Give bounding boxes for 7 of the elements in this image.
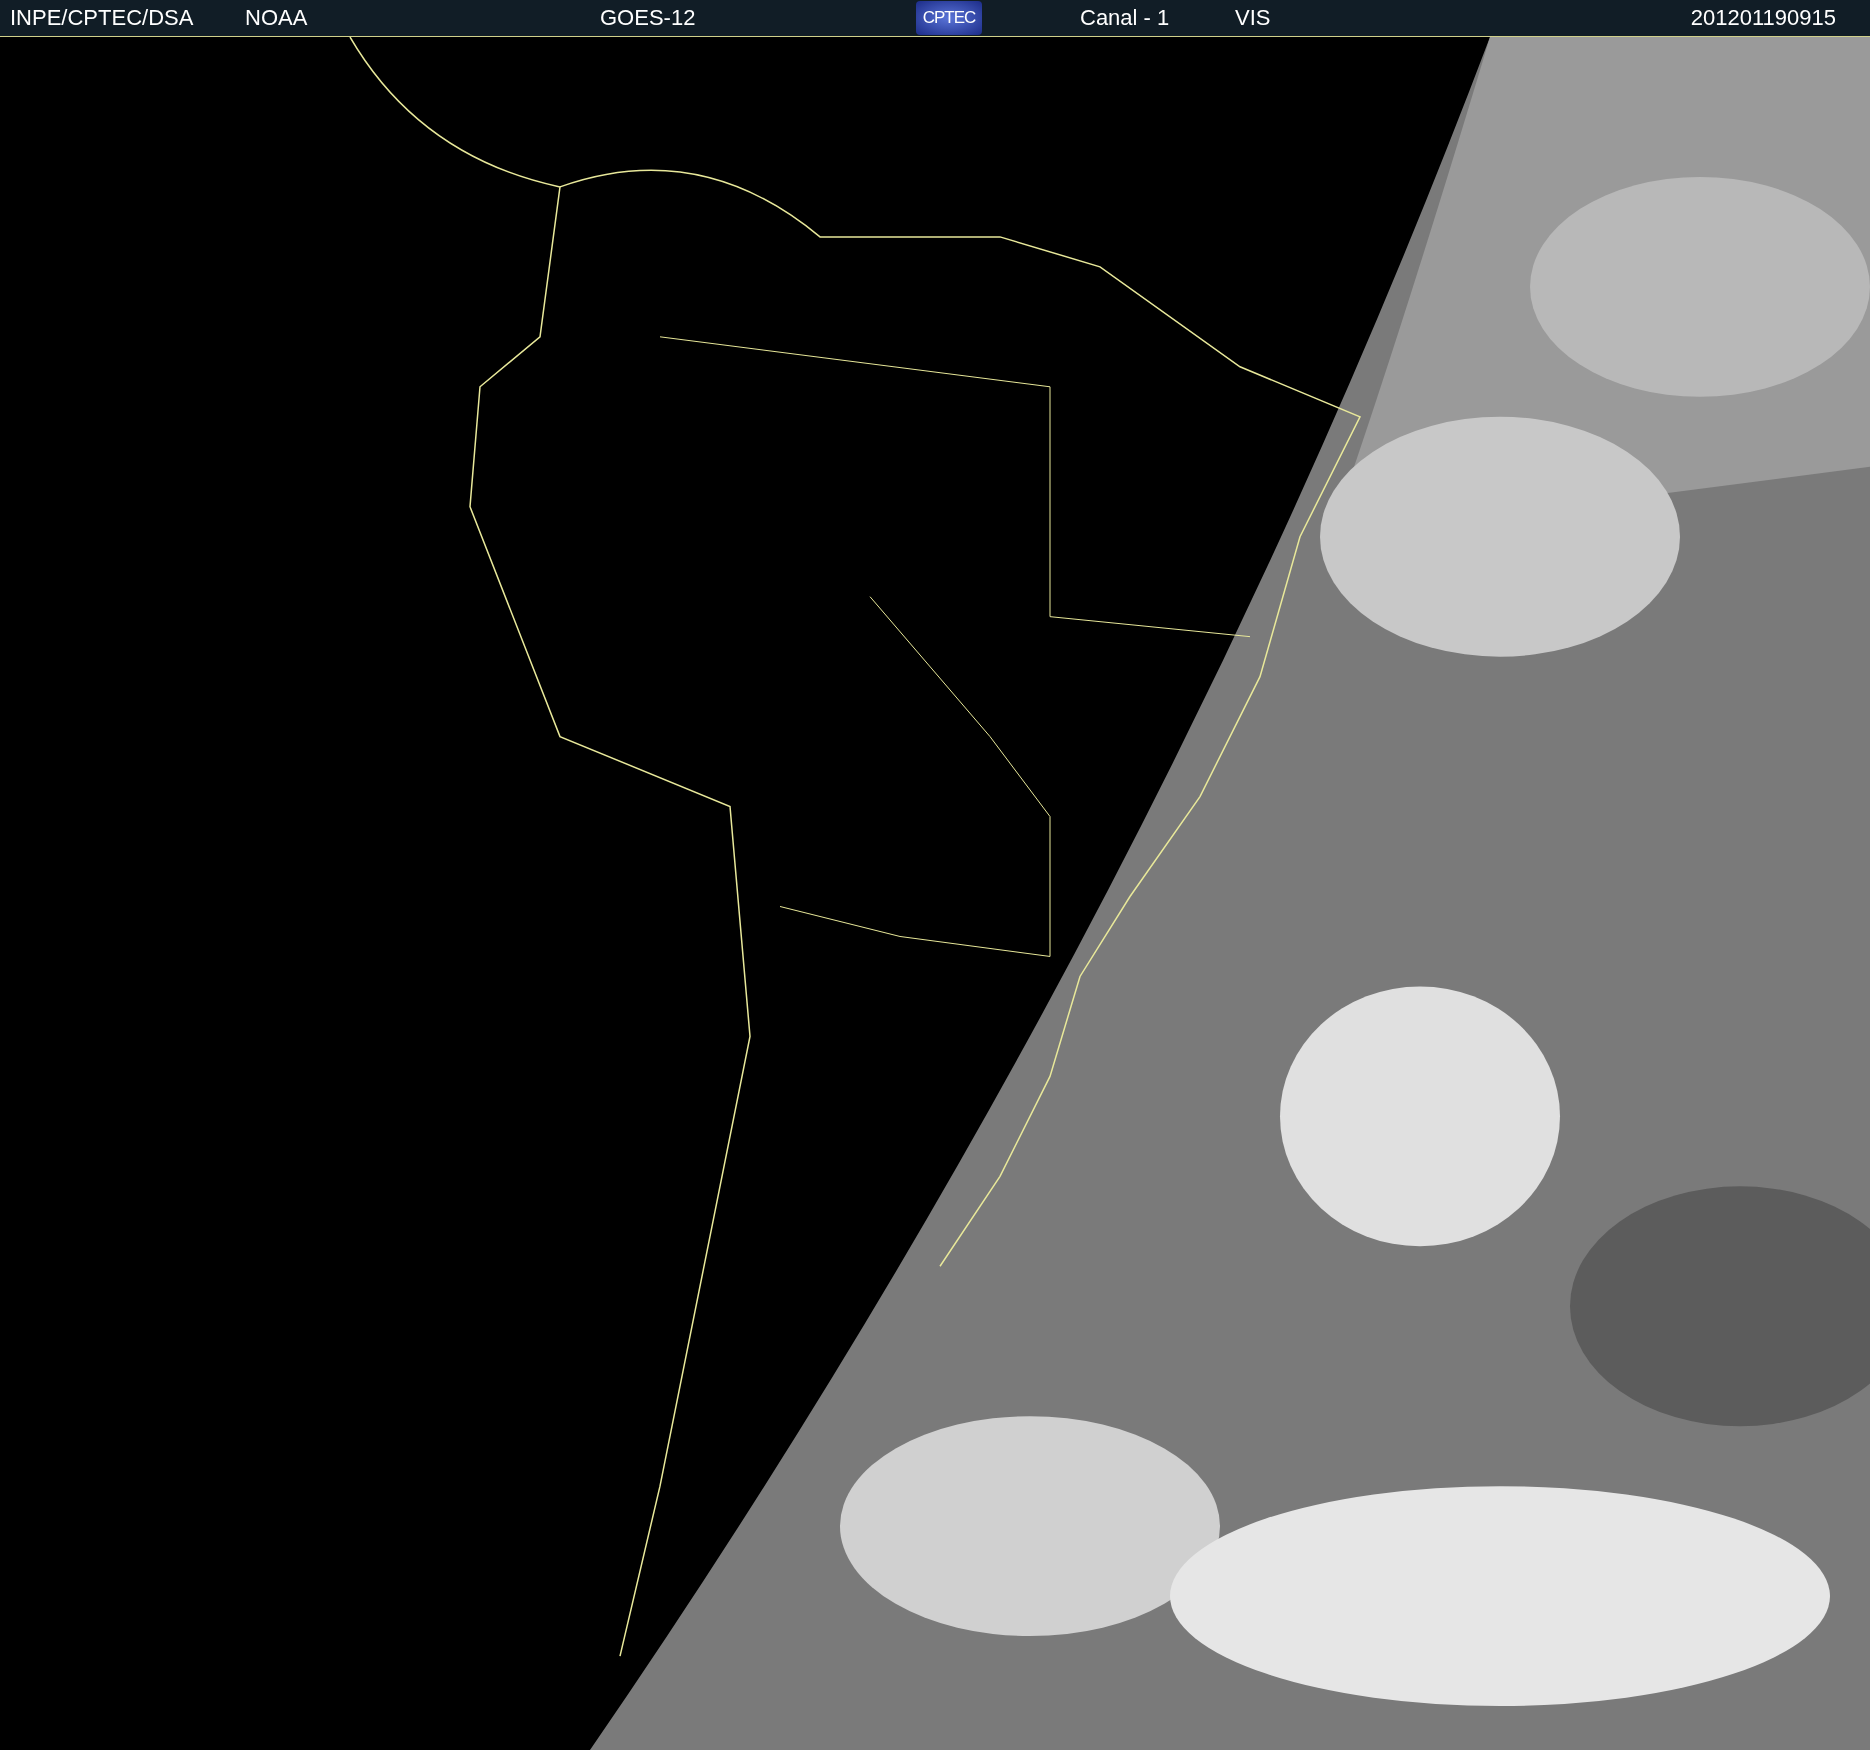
satellite-label: GOES-12 <box>600 5 696 31</box>
agency-label: NOAA <box>245 5 308 31</box>
logo: CPTEC <box>916 1 982 35</box>
channel-label: Canal - 1 <box>1080 5 1170 31</box>
timestamp-label: 201201190915 <box>1690 5 1836 31</box>
band-label: VIS <box>1235 5 1271 31</box>
source-label: INPE/CPTEC/DSA <box>10 5 194 31</box>
